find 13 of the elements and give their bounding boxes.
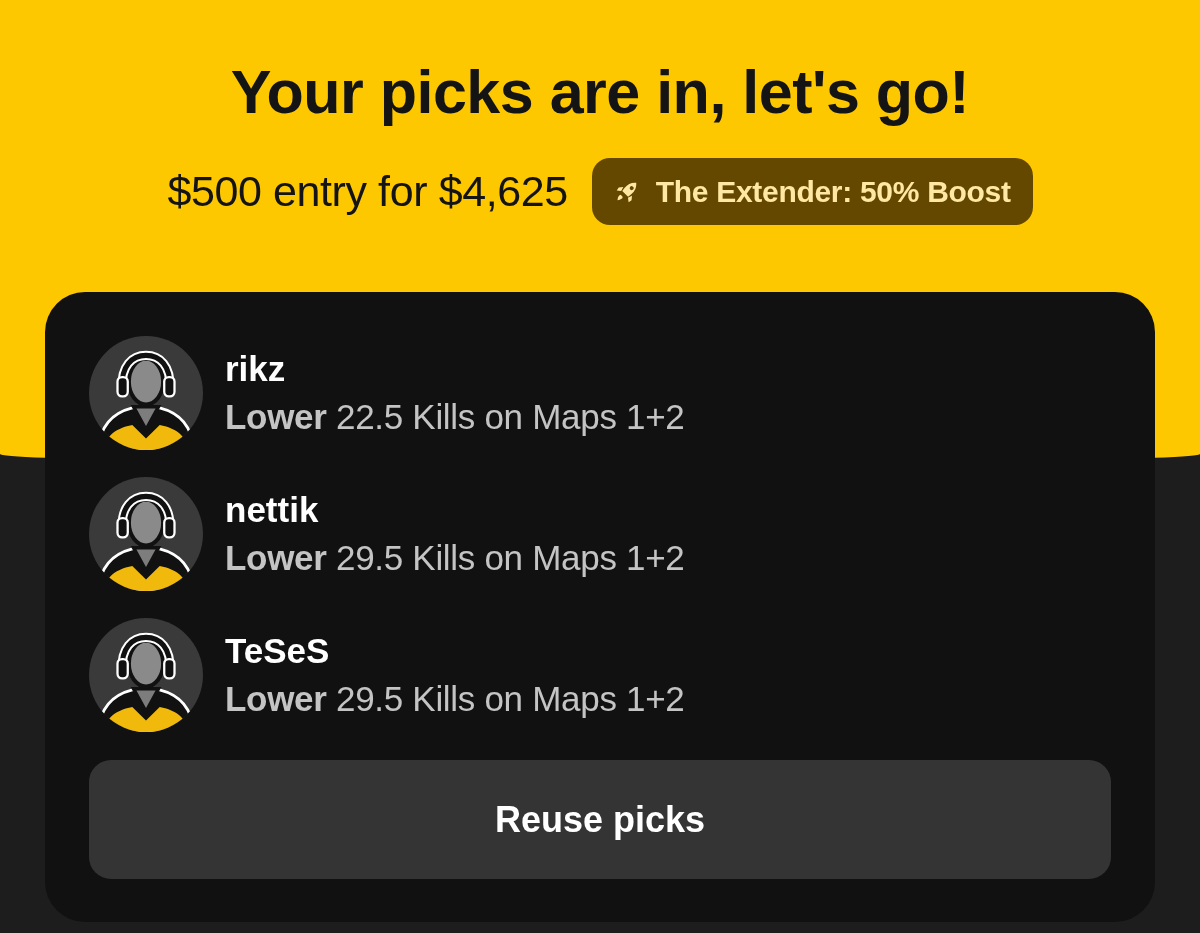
boost-label: The Extender: 50% Boost: [655, 174, 1011, 209]
player-name: TeSeS: [225, 630, 330, 672]
avatar-icon: [89, 336, 203, 450]
reuse-picks-button[interactable]: Reuse picks: [89, 760, 1111, 879]
entry-summary: $500 entry for $4,625: [167, 167, 568, 216]
player-name: rikz: [225, 348, 286, 390]
pick-description: Lower 29.5 Kills on Maps 1+2: [225, 678, 685, 720]
avatar-icon: [89, 618, 203, 732]
page-title: Your picks are in, let's go!: [230, 57, 970, 128]
player-name: nettik: [225, 489, 319, 531]
pick-description: Lower 22.5 Kills on Maps 1+2: [225, 396, 685, 438]
pick-description: Lower 29.5 Kills on Maps 1+2: [225, 537, 685, 579]
avatar-icon: [89, 477, 203, 591]
